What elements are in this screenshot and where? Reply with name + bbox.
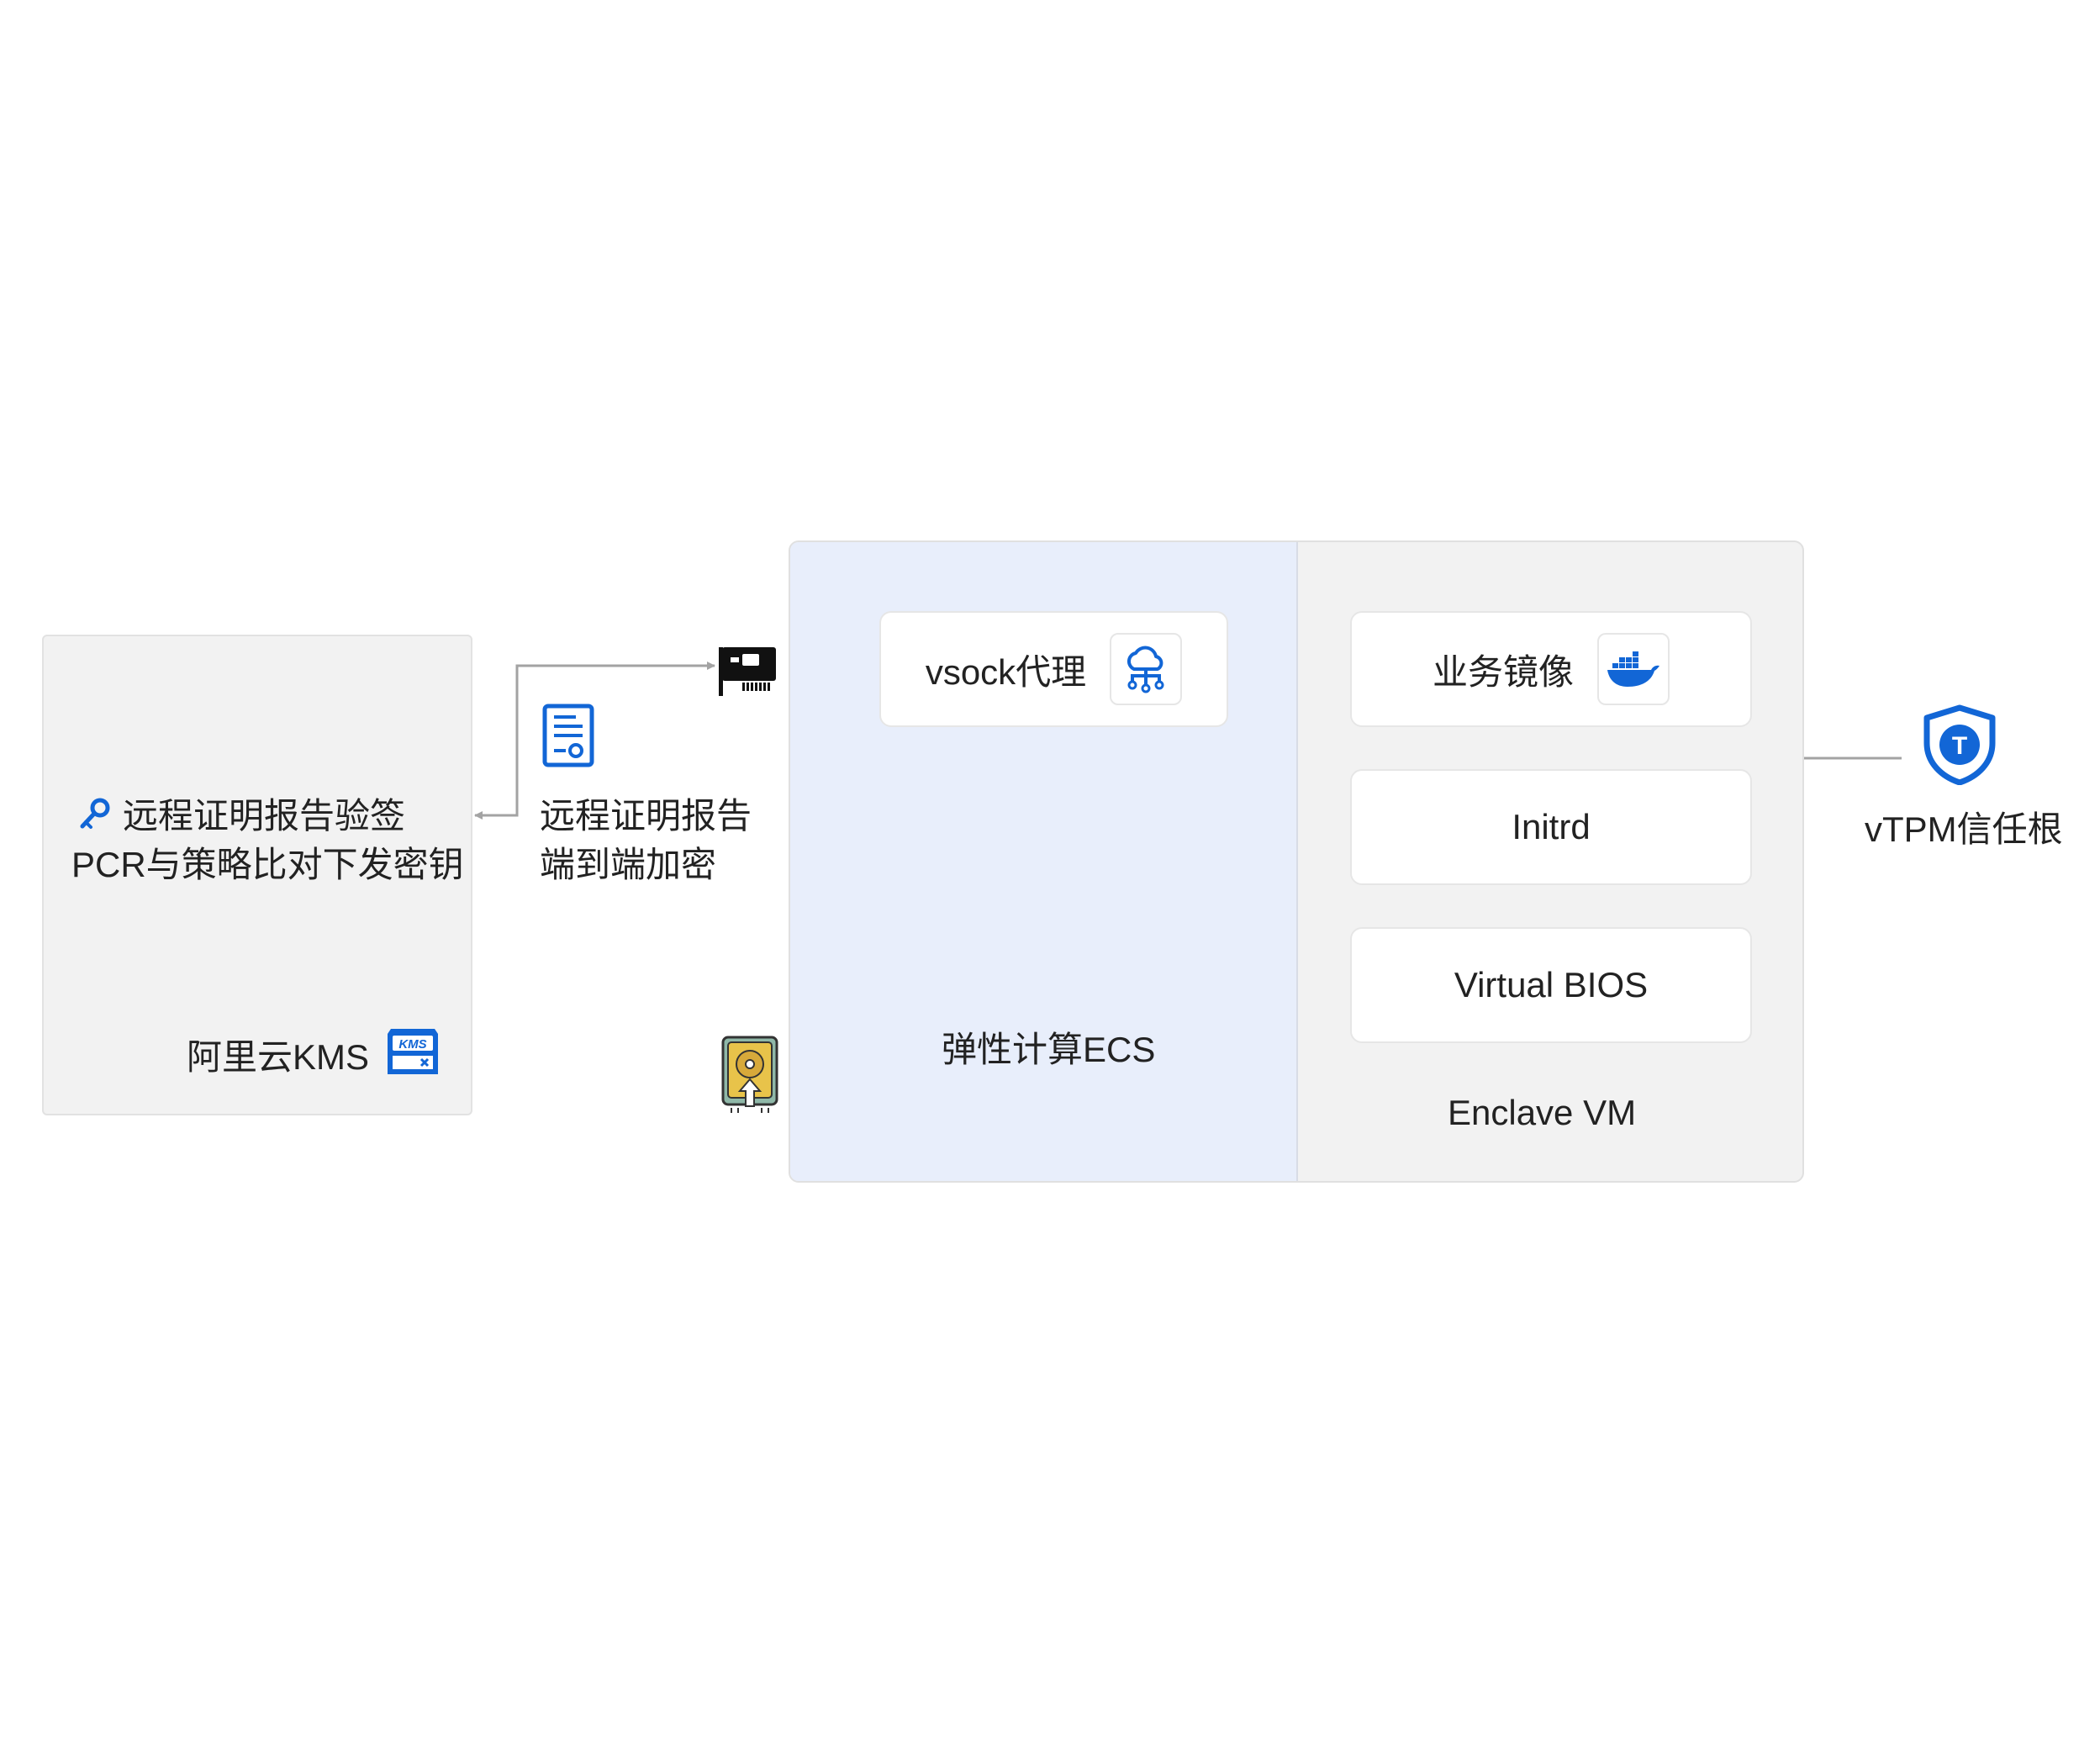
kms-title: 阿里云KMS xyxy=(187,1036,370,1077)
virtual-bios-card: Virtual BIOS xyxy=(1350,927,1752,1043)
svg-text:KMS: KMS xyxy=(398,1037,426,1052)
shield-icon: T xyxy=(1922,704,1997,789)
cloud-network-icon xyxy=(1110,633,1183,705)
vsock-proxy-card: vsock代理 xyxy=(879,611,1228,727)
kms-icon: KMS xyxy=(384,1025,441,1083)
report-title: 远程证明报告 xyxy=(540,796,752,836)
kms-title-row: 阿里云KMS KMS xyxy=(187,1025,441,1083)
ecs-title: 弹性计算ECS xyxy=(942,1030,1156,1069)
document-icon xyxy=(542,704,594,772)
report-encryption: 端到端加密 xyxy=(540,845,717,884)
kms-policy-text: PCR与策略比对下发密钥 xyxy=(71,845,464,884)
virtual-bios-label: Virtual BIOS xyxy=(1454,965,1649,1004)
docker-icon xyxy=(1597,633,1670,705)
key-icon xyxy=(77,796,113,831)
vtpm-label: vTPM信任根 xyxy=(1865,809,2063,849)
network-card-icon xyxy=(719,642,779,702)
svg-text:T: T xyxy=(1952,732,1967,760)
business-image-card: 业务镜像 xyxy=(1350,611,1752,727)
initrd-label: Initrd xyxy=(1512,807,1591,846)
initrd-card: Initrd xyxy=(1350,769,1752,885)
kms-verify-text: 远程证明报告验签 xyxy=(123,796,406,836)
kms-verify-line: 远程证明报告验签 xyxy=(77,788,405,839)
disk-icon xyxy=(721,1036,778,1119)
enclave-title: Enclave VM xyxy=(1448,1093,1637,1132)
vsock-proxy-label: vsock代理 xyxy=(925,651,1087,692)
business-image-label: 业务镜像 xyxy=(1432,651,1574,692)
